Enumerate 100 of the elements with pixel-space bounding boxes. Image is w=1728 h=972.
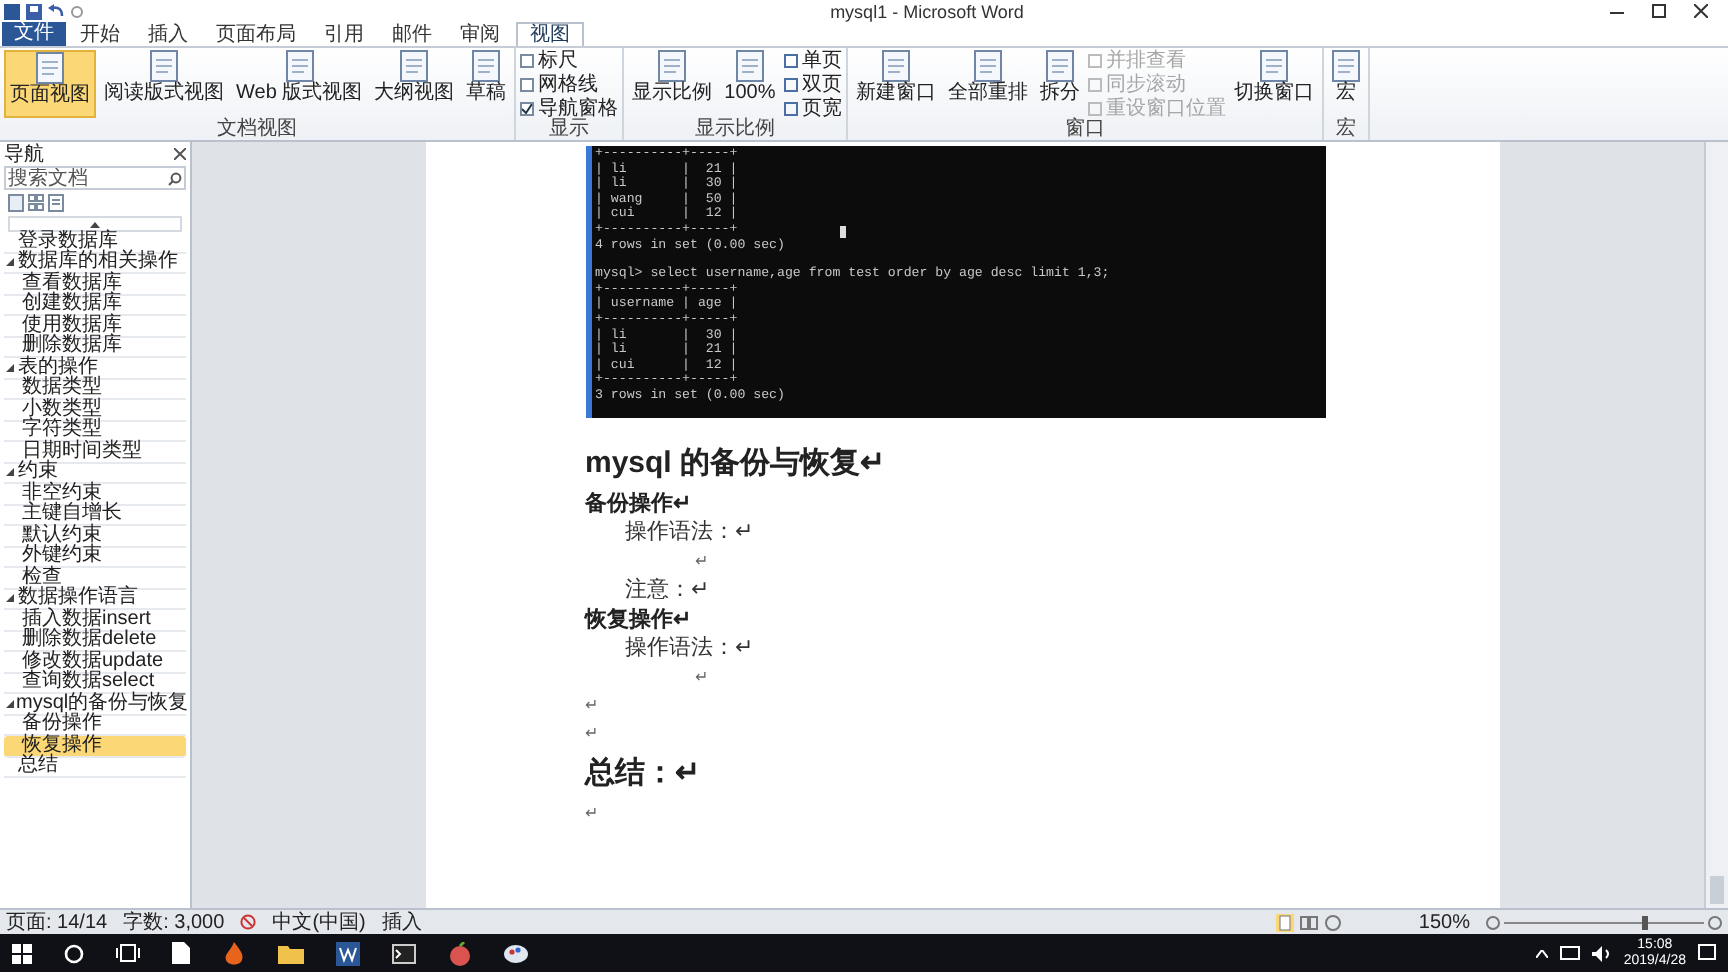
- ribbon-tab[interactable]: 邮件: [380, 22, 444, 46]
- slider-thumb[interactable]: [1641, 915, 1647, 929]
- collapse-icon[interactable]: [6, 363, 14, 372]
- search-icon[interactable]: [64, 943, 84, 963]
- ribbon-small-button[interactable]: 单页: [783, 50, 842, 72]
- group-label: 显示比例: [692, 120, 777, 140]
- ribbon-button[interactable]: 全部重排: [943, 50, 1032, 118]
- heading: 总结：↵: [585, 754, 701, 794]
- search-icon: [168, 171, 182, 185]
- ribbon-button[interactable]: 宏: [1327, 50, 1364, 118]
- heading-item[interactable]: 数据操作语言: [4, 589, 186, 610]
- ribbon-button[interactable]: 新建窗口: [851, 50, 940, 118]
- ribbon-small-button[interactable]: 页宽: [783, 98, 842, 120]
- ribbon-button[interactable]: 100%: [720, 50, 780, 118]
- document-icon[interactable]: [172, 942, 190, 964]
- fruit-icon[interactable]: [448, 941, 472, 965]
- web-layout-icon[interactable]: [1324, 913, 1343, 931]
- checkmark-icon: [522, 104, 533, 114]
- zoom-out-button[interactable]: [1486, 915, 1500, 929]
- ribbon-tab[interactable]: 开始: [68, 22, 132, 46]
- text-cursor: [839, 226, 845, 238]
- paragraph-mark: ↵: [693, 666, 709, 690]
- reading-layout-icon[interactable]: [1300, 913, 1319, 931]
- word-icon[interactable]: [336, 941, 360, 965]
- paragraph-mark: ↵: [693, 550, 709, 574]
- close-icon[interactable]: [174, 148, 186, 160]
- ribbon-small-button[interactable]: 双页: [783, 74, 842, 96]
- ribbon-button[interactable]: 页面视图: [4, 50, 96, 118]
- minimize-icon[interactable]: [1610, 9, 1624, 13]
- subheading: 备份操作↵: [585, 490, 691, 518]
- group-label: 显示: [547, 120, 592, 140]
- ribbon-tab[interactable]: 页面布局: [204, 22, 308, 46]
- ribbon-tab[interactable]: 插入: [136, 22, 200, 46]
- scroll-up-icon[interactable]: [90, 221, 100, 227]
- heading-item[interactable]: 查询数据select: [4, 673, 186, 694]
- heading-item[interactable]: 删除数据库: [4, 337, 186, 358]
- collapse-icon[interactable]: [6, 699, 14, 708]
- insert-mode[interactable]: 插入: [381, 911, 422, 933]
- paragraph-mark: ↵: [585, 802, 599, 826]
- heading-item[interactable]: 创建数据库: [4, 295, 186, 316]
- heading-item[interactable]: 主键自增长: [4, 505, 186, 526]
- ribbon-button[interactable]: Web 版式视图: [232, 50, 367, 118]
- ribbon-button[interactable]: 阅读版式视图: [100, 50, 228, 118]
- checkbox-box[interactable]: [520, 54, 535, 68]
- collapse-icon[interactable]: [6, 594, 14, 603]
- zoom-in-button[interactable]: [1708, 915, 1722, 929]
- paragraph: 操作语法：↵: [623, 634, 753, 664]
- ribbon-button[interactable]: 大纲视图: [370, 50, 459, 118]
- collapse-icon[interactable]: [6, 468, 14, 477]
- group-label: 窗口: [1062, 120, 1107, 140]
- ribbon-button[interactable]: 拆分: [1035, 50, 1084, 118]
- checkbox-box[interactable]: [520, 78, 535, 92]
- language-indicator[interactable]: 中文(中国): [272, 911, 366, 933]
- heading-item[interactable]: 约束: [4, 463, 186, 484]
- page-count[interactable]: 页面: 14/14: [6, 911, 108, 933]
- checkbox-box[interactable]: [520, 102, 535, 116]
- pages-view-icon[interactable]: [28, 194, 44, 212]
- caret-icon[interactable]: [1535, 949, 1548, 957]
- heading-item[interactable]: 数据库的相关操作: [4, 253, 186, 274]
- checkbox-label: 网格线: [538, 74, 599, 96]
- proofing-icon[interactable]: [240, 914, 257, 930]
- windows-start-icon[interactable]: [12, 943, 32, 963]
- collapse-icon[interactable]: [6, 258, 14, 267]
- pane-title: 导航: [4, 143, 44, 165]
- heading-item[interactable]: 数据类型: [4, 379, 186, 400]
- ribbon-tab[interactable]: 审阅: [448, 22, 512, 46]
- terminal-icon[interactable]: [392, 943, 416, 963]
- task-view-icon[interactable]: [116, 944, 140, 962]
- paint-icon[interactable]: [504, 942, 528, 964]
- window-title: mysql1 - Microsoft Word: [830, 1, 1024, 21]
- heading-item[interactable]: 外键约束: [4, 547, 186, 568]
- ribbon-button[interactable]: 显示比例: [628, 50, 717, 118]
- speaker-icon[interactable]: [1591, 945, 1612, 961]
- headings-view-icon[interactable]: [8, 194, 24, 212]
- results-view-icon[interactable]: [48, 194, 64, 212]
- file-tab[interactable]: 文件: [2, 22, 66, 46]
- ribbon-button[interactable]: 切换窗口: [1229, 50, 1318, 118]
- word-app-icon[interactable]: [4, 3, 20, 19]
- restore-icon[interactable]: [1652, 4, 1666, 18]
- heading-item[interactable]: 恢复操作: [4, 736, 186, 757]
- ribbon-button[interactable]: 草稿: [462, 50, 511, 118]
- undo-icon[interactable]: [48, 3, 64, 19]
- heading-item[interactable]: 总结: [4, 757, 186, 778]
- ribbon-tab[interactable]: 视图: [516, 22, 584, 46]
- save-icon[interactable]: [26, 3, 42, 19]
- heading-item[interactable]: 字符类型: [4, 421, 186, 442]
- ribbon-tab[interactable]: 引用: [312, 22, 376, 46]
- heading-item[interactable]: 删除数据delete: [4, 631, 186, 652]
- heading-item[interactable]: 插入数据insert: [4, 610, 186, 631]
- notification-icon[interactable]: [1698, 944, 1716, 962]
- checkbox-label: 标尺: [538, 50, 579, 72]
- folder-icon[interactable]: [278, 943, 304, 963]
- close-icon[interactable]: [1694, 4, 1708, 18]
- zoom-level[interactable]: 150%: [1418, 911, 1470, 933]
- network-icon[interactable]: [1559, 945, 1580, 961]
- heading-item[interactable]: mysql的备份与恢复: [4, 694, 186, 715]
- subheading: 恢复操作↵: [585, 606, 691, 634]
- scrollbar-thumb[interactable]: [1710, 876, 1724, 904]
- word-count[interactable]: 字数: 3,000: [123, 911, 225, 933]
- paragraph-mark: ↵: [585, 722, 599, 746]
